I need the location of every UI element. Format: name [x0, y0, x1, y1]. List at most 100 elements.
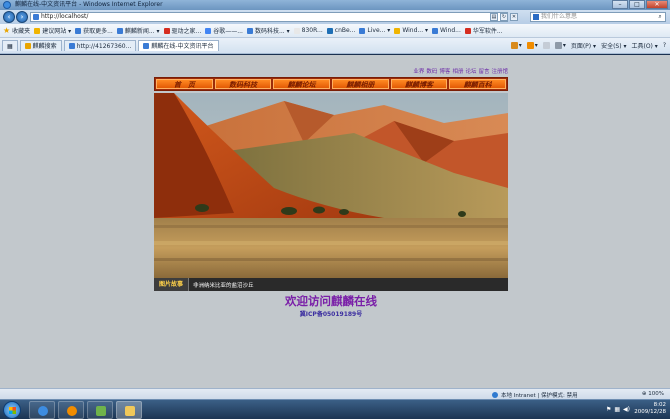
stop-icon[interactable]: ✕	[510, 13, 518, 21]
taskbar: ⚑ ▦ ◀) 8:02 2009/12/28	[0, 399, 670, 419]
media-player-icon	[67, 406, 77, 416]
top-link[interactable]: 博客	[439, 67, 450, 75]
favorite-item[interactable]: 谷歌——...	[205, 26, 243, 35]
favorite-item[interactable]: 获取更多...	[75, 26, 113, 35]
top-link[interactable]: 业界	[413, 67, 424, 75]
top-link[interactable]: 留言	[478, 67, 489, 75]
favorite-item[interactable]: 驱动之家...	[163, 26, 202, 35]
ie-logo-icon	[3, 1, 11, 9]
favorite-label: 830R...	[301, 27, 323, 34]
safety-menu[interactable]: 安全(S) ▾	[601, 41, 626, 50]
favorite-item[interactable]: cnBe...	[326, 27, 356, 34]
tab-url[interactable]: http://41267360...	[63, 40, 137, 51]
magnifier-icon: ⊕	[641, 391, 647, 397]
favorite-item[interactable]: 建议网站 ▾	[34, 26, 71, 35]
page-icon	[68, 43, 75, 49]
system-tray-icons: ⚑ ▦ ◀)	[606, 406, 630, 413]
favorite-item[interactable]: 华军软件...	[464, 26, 503, 35]
close-button[interactable]: ✕	[646, 0, 668, 9]
print-button[interactable]: ▾	[554, 42, 566, 49]
volume-icon[interactable]: ◀)	[623, 406, 630, 413]
globe-icon	[492, 392, 498, 398]
top-link[interactable]: 注册馆	[491, 67, 508, 75]
caption-text[interactable]: 非洲纳米比亚的盐沼沙丘	[189, 281, 254, 289]
window-title: 麒麟在线-中文资讯平台 - Windows Internet Explorer	[15, 1, 163, 8]
nav-album[interactable]: 麒麟相册	[332, 79, 389, 89]
caption-label[interactable]: 图片故事	[154, 278, 190, 291]
favorites-button[interactable]: ★ 收藏夹	[3, 26, 30, 35]
top-links: 业界 数码 博客 相册 论坛 留言 注册馆	[413, 67, 508, 75]
favorite-item[interactable]: Live... ▾	[359, 27, 390, 34]
taskbar-ie-button[interactable]	[29, 401, 55, 419]
help-button[interactable]: ?	[663, 42, 666, 49]
feeds-button[interactable]: ▾	[526, 42, 538, 49]
top-link[interactable]: 论坛	[465, 67, 476, 75]
zoom-control[interactable]: ⊕ 100%	[642, 391, 664, 397]
tab-label: http://41267360...	[76, 42, 132, 50]
top-link[interactable]: 相册	[452, 67, 463, 75]
search-icon[interactable]: ⌕	[656, 13, 664, 21]
favorite-icon	[163, 27, 170, 34]
search-input[interactable]: 我们什么意思 ⌕	[530, 12, 666, 22]
favorite-label: cnBe...	[334, 27, 356, 34]
flag-icon[interactable]: ⚑	[606, 406, 611, 413]
main-nav: 首 页 数码科技 麒麟论坛 麒麟相册 麒麟博客 麒麟百科	[154, 77, 508, 91]
nav-home[interactable]: 首 页	[156, 79, 213, 89]
window-controls: – □ ✕	[612, 0, 668, 9]
tab-active[interactable]: 麒麟在线-中文资讯平台	[138, 40, 219, 51]
favorite-icon	[205, 27, 212, 34]
favorite-icon	[359, 27, 366, 34]
favorite-item[interactable]: Wind... ▾	[394, 27, 428, 34]
taskbar-app-button[interactable]	[87, 401, 113, 419]
zoom-level: 100%	[648, 391, 664, 397]
icp-license[interactable]: 冀ICP备05019189号	[154, 309, 508, 318]
favorite-label: Live... ▾	[367, 27, 391, 34]
security-zone[interactable]: 本地 Intranet | 保护模式: 禁用	[492, 391, 578, 399]
hero-image[interactable]	[154, 93, 508, 278]
favorite-item[interactable]: 830R...	[293, 27, 323, 34]
home-button[interactable]: ▾	[510, 42, 522, 49]
clock[interactable]: 8:02 2009/12/28	[634, 402, 666, 416]
refresh-icon[interactable]: ↻	[500, 13, 508, 21]
forward-button[interactable]: ›	[16, 11, 28, 23]
favorite-icon	[432, 27, 439, 34]
compatibility-icon[interactable]: ▤	[490, 13, 498, 21]
start-button[interactable]	[3, 401, 21, 419]
command-bar: ▾ ▾ ▾ 页面(P) ▾ 安全(S) ▾ 工具(O) ▾ ?	[510, 41, 666, 50]
tab-strip: ▦ 麒麟搜索 http://41267360... 麒麟在线-中文资讯平台	[2, 40, 219, 51]
favorite-icon	[394, 27, 401, 34]
nav-wiki[interactable]: 麒麟百科	[449, 79, 507, 89]
taskbar-media-player-button[interactable]	[58, 401, 84, 419]
tools-menu[interactable]: 工具(O) ▾	[631, 41, 657, 50]
favorite-label: 驱动之家...	[171, 28, 202, 35]
nav-digital-tech[interactable]: 数码科技	[214, 79, 272, 89]
clock-date: 2009/12/28	[634, 409, 666, 415]
desert-dunes-image	[154, 93, 508, 278]
app-icon	[96, 406, 106, 416]
favorite-icon	[293, 27, 300, 34]
tab-kirin-search[interactable]: 麒麟搜索	[19, 40, 62, 51]
address-input[interactable]: http://localhost/	[30, 12, 508, 22]
favorite-item[interactable]: 麒麟新闻... ▾	[116, 26, 160, 35]
page-menu[interactable]: 页面(P) ▾	[571, 41, 596, 50]
favorite-label: Wind...	[440, 27, 461, 34]
favorite-label: 华军软件...	[472, 28, 503, 35]
taskbar-explorer-button[interactable]	[116, 401, 142, 419]
print-icon	[554, 42, 562, 49]
maximize-button[interactable]: □	[629, 0, 645, 9]
search-placeholder: 我们什么意思	[541, 13, 578, 20]
quick-tabs-button[interactable]: ▦	[2, 40, 18, 51]
favorite-item[interactable]: Wind...	[432, 27, 461, 34]
network-icon[interactable]: ▦	[614, 406, 620, 413]
mail-button[interactable]	[542, 42, 550, 49]
window-titlebar: 麒麟在线-中文资讯平台 - Windows Internet Explorer …	[0, 0, 670, 10]
tab-bar: ▦ 麒麟搜索 http://41267360... 麒麟在线-中文资讯平台 ▾ …	[0, 38, 670, 54]
nav-blog[interactable]: 麒麟博客	[390, 79, 448, 89]
favorite-item[interactable]: 数码科技... ▾	[246, 26, 290, 35]
nav-forum[interactable]: 麒麟论坛	[273, 79, 331, 89]
top-link[interactable]: 数码	[426, 67, 437, 75]
favorite-icon	[75, 27, 82, 34]
minimize-button[interactable]: –	[612, 0, 628, 9]
back-button[interactable]: ‹	[3, 11, 15, 23]
page-icon	[143, 43, 150, 49]
